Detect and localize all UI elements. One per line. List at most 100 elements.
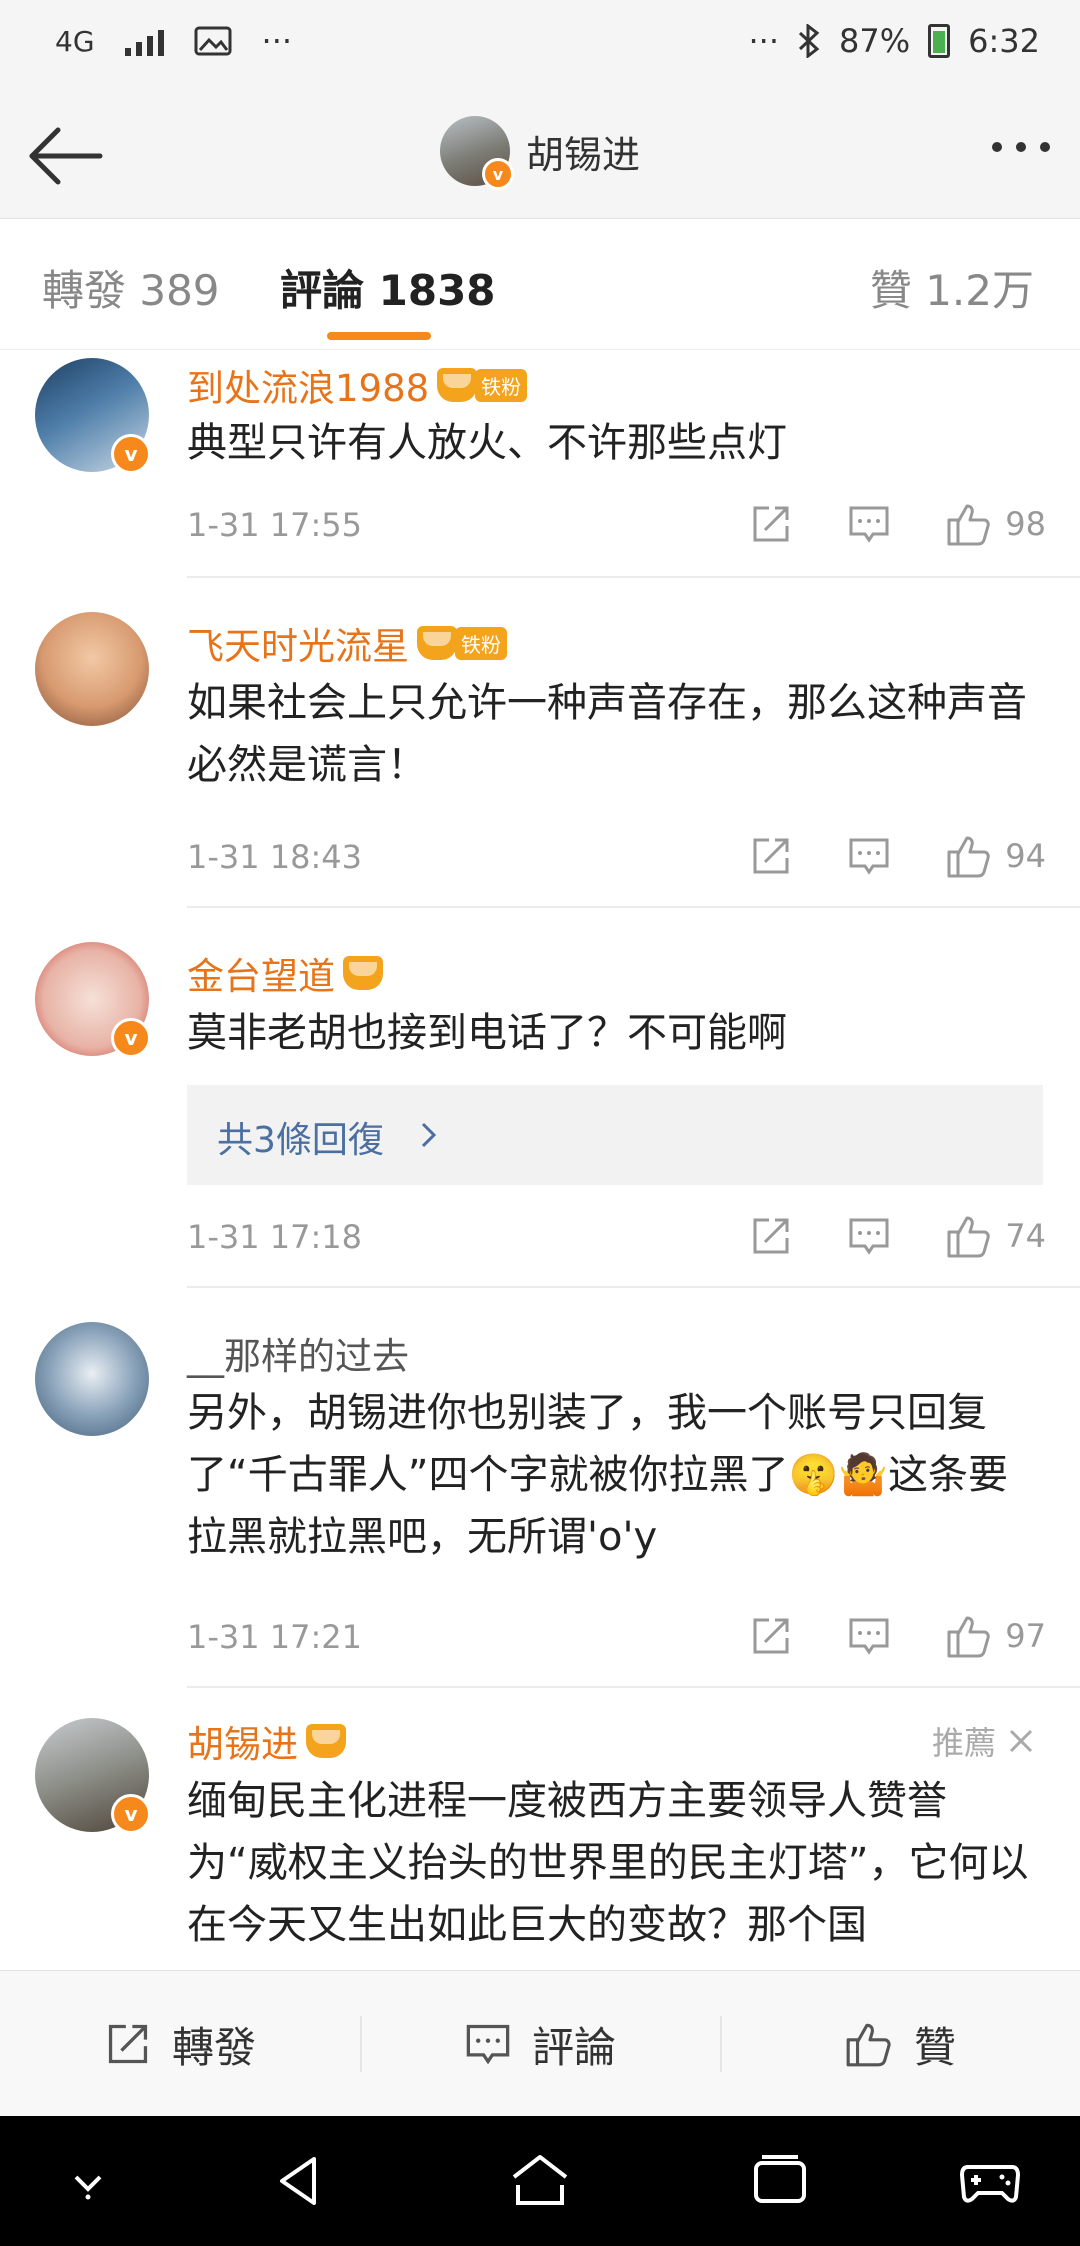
like-count: 97: [1005, 1617, 1046, 1655]
repost-icon: [753, 838, 789, 874]
avatar[interactable]: v: [35, 942, 151, 1058]
like-button[interactable]: 74: [945, 1212, 1046, 1260]
username[interactable]: 飞天时光流星 铁粉: [187, 616, 507, 670]
active-tab-indicator: [327, 332, 431, 340]
like-count: 98: [1005, 505, 1046, 543]
verified-icon: v: [111, 1018, 151, 1058]
notification-dots: ···: [261, 22, 293, 60]
reply-button[interactable]: [847, 834, 891, 878]
page-title: 胡锡进: [525, 132, 640, 177]
thumbs-up-icon: [947, 1216, 991, 1258]
reply-button[interactable]: [847, 502, 891, 546]
comment-time: 1-31 17:18: [187, 1218, 363, 1256]
divider: [187, 906, 1080, 908]
back-icon[interactable]: [268, 2149, 332, 2213]
image-icon: [194, 26, 232, 56]
divider: [187, 1286, 1080, 1288]
comment-text: 如果社会上只允许一种声音存在，那么这种声音必然是谎言！: [187, 680, 1027, 788]
tab-like[interactable]: 贊 1.2万: [870, 257, 1034, 318]
comment-icon: [849, 838, 889, 875]
system-navigation-bar: [0, 2116, 1080, 2246]
avatar[interactable]: [35, 612, 149, 726]
battery-icon: [928, 24, 951, 58]
tab-bar: 轉發 389 評論 1838 贊 1.2万: [0, 219, 1080, 350]
tab-repost[interactable]: 轉發 389: [42, 257, 220, 318]
replies-link[interactable]: 共3條回復: [187, 1085, 1043, 1185]
comment-time: 1-31 17:55: [187, 506, 363, 544]
recent-apps-icon[interactable]: [748, 2149, 812, 2213]
crown-icon: [343, 956, 383, 990]
verified-icon: v: [111, 1794, 151, 1834]
more-icon[interactable]: [992, 142, 1050, 152]
thumbs-up-icon: [947, 1616, 991, 1658]
crown-icon: [417, 626, 457, 660]
comment-item: 飞天时光流星 铁粉 如果社会上只允许一种声音存在，那么这种声音必然是谎言！ 1-…: [0, 580, 1080, 910]
repost-button[interactable]: [749, 1614, 793, 1658]
repost-label: 轉發: [171, 2022, 256, 2072]
chevron-right-icon: [421, 1122, 437, 1148]
battery-percent: 87%: [839, 22, 911, 60]
header-bar: v 胡锡进: [0, 90, 1080, 219]
username[interactable]: __那样的过去: [187, 1326, 409, 1380]
thumbs-up-icon: [947, 836, 991, 878]
replies-count: 共3條回復: [217, 1120, 384, 1161]
avatar[interactable]: v: [35, 1718, 151, 1834]
bottom-action-bar: 轉發 評論 贊: [0, 1970, 1080, 2117]
verified-icon: v: [481, 158, 514, 190]
thumbs-up-icon: [947, 504, 991, 546]
username[interactable]: 胡锡进: [187, 1714, 346, 1768]
crown-icon: [437, 368, 478, 402]
avatar[interactable]: v: [35, 358, 151, 474]
repost-icon: [753, 1618, 789, 1654]
divider: [187, 576, 1080, 578]
repost-icon: [753, 506, 789, 542]
like-action-button[interactable]: 贊: [720, 1971, 1080, 2117]
like-button[interactable]: 94: [945, 832, 1046, 880]
repost-button[interactable]: [749, 834, 793, 878]
comment-item: v 胡锡进 推薦 缅甸民主化进程一度被西方主要领导人赞誉为“威权主义抬头的世界里…: [0, 1690, 1080, 1970]
comment-time: 1-31 18:43: [187, 838, 363, 876]
verified-icon: v: [111, 434, 151, 474]
comment-item: __那样的过去 另外，胡锡进你也别装了，我一个账号只回复了“千古罪人”四个字就被…: [0, 1290, 1080, 1690]
comment-time: 1-31 17:21: [187, 1618, 363, 1656]
repost-button[interactable]: [749, 1214, 793, 1258]
hide-keyboard-icon[interactable]: [56, 2149, 120, 2213]
crown-icon: [306, 1724, 346, 1758]
clock: 6:32: [968, 22, 1040, 60]
close-icon[interactable]: [1008, 1728, 1034, 1754]
comment-action-button[interactable]: 評論: [360, 1971, 720, 2117]
repost-icon: [753, 1218, 789, 1254]
repost-button[interactable]: [749, 502, 793, 546]
thumbs-up-icon: [846, 2023, 891, 2067]
like-count: 94: [1005, 837, 1046, 875]
comment-label: 評論: [531, 2022, 616, 2072]
like-count: 74: [1005, 1217, 1046, 1255]
comment-icon: [466, 2024, 510, 2065]
game-controller-icon[interactable]: [958, 2149, 1022, 2213]
tab-comment[interactable]: 評論 1838: [280, 257, 496, 318]
home-icon[interactable]: [508, 2149, 572, 2213]
like-button[interactable]: 97: [945, 1612, 1046, 1660]
recommend-label: 推薦: [932, 1718, 1034, 1764]
divider: [187, 1686, 1080, 1688]
comment-text: 莫非老胡也接到电话了？不可能啊: [187, 1010, 787, 1056]
reply-button[interactable]: [847, 1214, 891, 1258]
like-label: 贊: [913, 2022, 956, 2072]
author-avatar[interactable]: v: [439, 116, 514, 190]
network-type: 4G: [55, 24, 95, 58]
comment-icon: [849, 1618, 889, 1655]
comment-text: 典型只许有人放火、不许那些点灯: [187, 420, 787, 466]
comment-item: v 到处流浪1988 铁粉 典型只许有人放火、不许那些点灯 1-31 17:55…: [0, 350, 1080, 580]
username[interactable]: 到处流浪1988 铁粉: [187, 358, 528, 412]
repost-icon: [108, 2024, 148, 2064]
status-bar: 4G ··· ··· 87% 6:32: [0, 0, 1080, 90]
comment-icon: [849, 1218, 889, 1255]
fan-badge: 铁粉: [475, 368, 528, 402]
avatar[interactable]: [35, 1322, 149, 1436]
status-dots: ···: [748, 22, 780, 60]
repost-action-button[interactable]: 轉發: [0, 1971, 360, 2117]
reply-button[interactable]: [847, 1614, 891, 1658]
username[interactable]: 金台望道: [187, 946, 383, 1000]
like-button[interactable]: 98: [945, 500, 1046, 548]
signal-icon: [124, 26, 164, 56]
